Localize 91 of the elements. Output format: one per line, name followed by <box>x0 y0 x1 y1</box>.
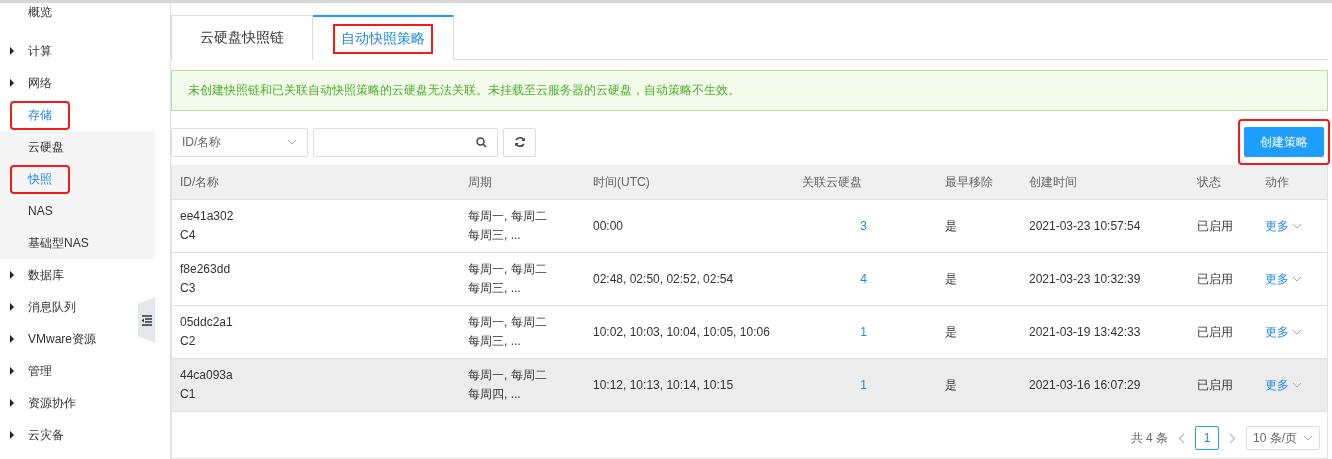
table-cell-text: 每周三, ... <box>468 280 522 297</box>
table-cell-text: 10:02, 10:03, 10:04, 10:05, 10:06 <box>593 323 771 341</box>
sidebar-item[interactable]: VMware资源 <box>28 327 96 351</box>
chevron-down-icon <box>1292 329 1302 335</box>
page-button[interactable]: 1 <box>1195 426 1219 450</box>
table-cell-text: f8e263dd <box>180 261 232 278</box>
refresh-button[interactable] <box>503 127 536 157</box>
chevron-down-icon <box>287 139 297 145</box>
collapse-menu-icon <box>140 314 153 326</box>
caret-icon <box>10 367 14 375</box>
table-cell-text: 44ca093a <box>180 367 234 384</box>
tab[interactable]: 自动快照策略 <box>313 15 454 60</box>
more-dropdown[interactable]: 更多 <box>1265 322 1327 342</box>
total-count: 共 4 条 <box>1130 429 1168 447</box>
table-cell-text: 是 <box>945 323 958 341</box>
column-header: 动作 <box>1265 173 1289 191</box>
table-cell-text: 05ddc2a1 <box>180 314 234 331</box>
info-notice: 未创建快照链和已关联自动快照策略的云硬盘无法关联。未挂载至云服务器的云硬盘，自动策略不生效。 <box>171 70 1328 111</box>
column-header: 关联云硬盘 <box>802 173 862 191</box>
column-header: 最早移除 <box>945 173 993 191</box>
search-field[interactable] <box>313 127 498 157</box>
table-cell-text: 每周一, 每周二 <box>468 367 548 384</box>
sidebar-item[interactable]: 数据库 <box>28 263 64 287</box>
sidebar-item[interactable]: 云灾备 <box>28 423 64 447</box>
more-dropdown[interactable]: 更多 <box>1265 216 1327 236</box>
chevron-down-icon <box>1303 435 1313 441</box>
table-cell-text: 2021-03-19 13:42:33 <box>1029 323 1142 341</box>
table-cell-text: 是 <box>945 217 958 235</box>
previous-page-icon[interactable] <box>1178 432 1185 444</box>
submenu-item[interactable]: 基础型NAS <box>28 231 89 255</box>
column-header: 状态 <box>1197 173 1221 191</box>
table-cell-text: 已启用 <box>1197 323 1234 341</box>
submenu-item[interactable]: 快照 <box>12 166 68 192</box>
table-cell-text: 每周一, 每周二 <box>468 208 548 225</box>
table-cell-text: 2021-03-23 10:57:54 <box>1029 217 1142 235</box>
caret-icon <box>10 335 14 343</box>
table-cell-text: C3 <box>180 280 197 297</box>
table-cell-text: 2021-03-16 16:07:29 <box>1029 376 1142 394</box>
caret-icon <box>10 399 14 407</box>
table-cell-text: C4 <box>180 227 197 244</box>
column-header: 创建时间 <box>1029 173 1077 191</box>
table-cell-text: 每周三, ... <box>468 333 522 350</box>
collapse-handle[interactable] <box>138 297 155 343</box>
table-cell-text: 10:12, 10:13, 10:14, 10:15 <box>593 376 735 394</box>
disk-count-link[interactable]: 3 <box>860 216 867 236</box>
tab[interactable]: 云硬盘快照链 <box>171 15 313 60</box>
chevron-down-icon <box>1292 276 1302 282</box>
page-size-select[interactable]: 10 条/页 <box>1246 426 1320 450</box>
sidebar-item[interactable]: 概览 <box>28 3 52 24</box>
chevron-down-icon <box>1292 382 1302 388</box>
table-cell-text: 已启用 <box>1197 270 1234 288</box>
sidebar-item[interactable]: 消息队列 <box>28 295 76 319</box>
filter-select[interactable]: ID/名称 <box>171 127 308 157</box>
disk-count-link[interactable]: 4 <box>860 269 867 289</box>
table-cell-text: 每周四, ... <box>468 386 522 403</box>
table-cell-text: 每周一, 每周二 <box>468 261 548 278</box>
table-cell-text: 每周一, 每周二 <box>468 314 548 331</box>
table-cell-text: 已启用 <box>1197 376 1234 394</box>
sidebar-item[interactable]: 网络 <box>28 71 52 95</box>
sidebar-item[interactable]: 资源协作 <box>28 391 76 415</box>
sidebar-item[interactable]: 计算 <box>28 39 52 63</box>
table-cell-text: 已启用 <box>1197 217 1234 235</box>
search-icon <box>476 136 487 148</box>
sidebar-item[interactable]: 管理 <box>28 359 52 383</box>
next-page-icon[interactable] <box>1229 432 1236 444</box>
table-cell-text: 是 <box>945 376 958 394</box>
refresh-icon <box>513 136 526 148</box>
caret-icon <box>10 47 14 55</box>
table-cell-text: 2021-03-23 10:32:39 <box>1029 270 1142 288</box>
table-cell-text: 00:00 <box>593 217 625 235</box>
table-cell-text: ee41a302 <box>180 208 235 225</box>
column-header: 周期 <box>468 173 492 191</box>
column-header: 时间(UTC) <box>593 173 650 191</box>
caret-icon <box>10 303 14 311</box>
table-row[interactable]: f8e263dd C3 每周一, 每周二 每周三, ... 02:48, 02:50, 02:52, 02:54 4 是 2021-03-23 10:32:39 已启用 更多 <box>172 253 1327 306</box>
column-header: ID/名称 <box>180 173 220 191</box>
table-cell-text: C2 <box>180 333 197 350</box>
table-row[interactable]: ee41a302 C4 每周一, 每周二 每周三, ... 00:00 3 是 2021-03-23 10:57:54 已启用 更多 <box>172 200 1327 253</box>
sidebar-item[interactable]: 存储 <box>12 102 68 128</box>
disk-count-link[interactable]: 1 <box>860 322 867 342</box>
table-cell-text: 每周三, ... <box>468 227 522 244</box>
table-cell-text: 是 <box>945 270 958 288</box>
more-dropdown[interactable]: 更多 <box>1265 269 1327 289</box>
table-cell-text: 02:48, 02:50, 02:52, 02:54 <box>593 270 735 288</box>
caret-icon <box>10 79 14 87</box>
chevron-down-icon <box>1292 223 1302 229</box>
submenu-item[interactable]: 云硬盘 <box>28 135 64 159</box>
table-cell-text: C1 <box>180 386 197 403</box>
submenu-item[interactable]: NAS <box>28 201 53 221</box>
caret-icon <box>10 431 14 439</box>
caret-icon <box>10 271 14 279</box>
